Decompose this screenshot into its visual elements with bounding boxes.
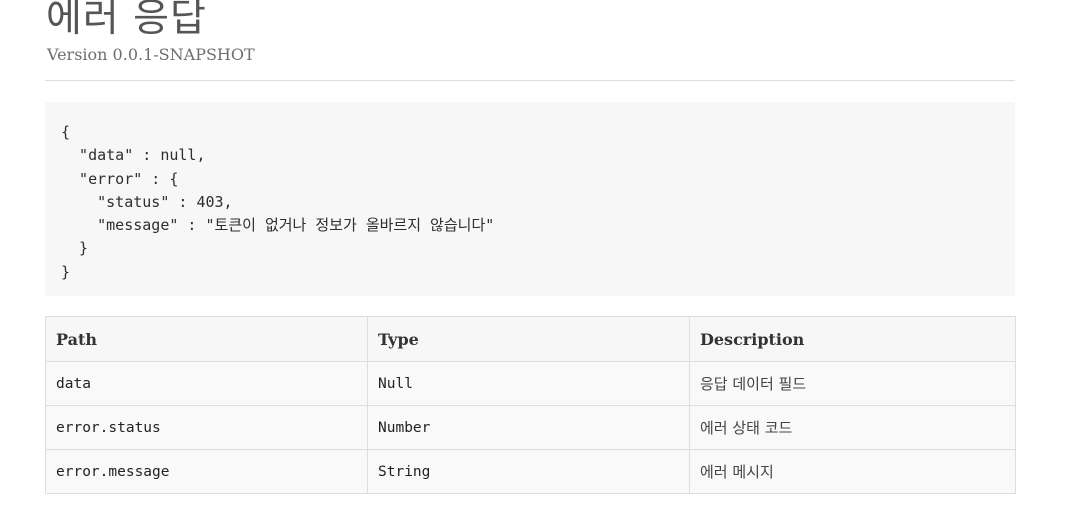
field-path: error.message <box>45 449 368 494</box>
table-header-row: Path Type Description <box>45 316 1016 362</box>
field-description: 에러 메시지 <box>689 449 1016 494</box>
table-row: error.status Number 에러 상태 코드 <box>45 405 1016 450</box>
table-row: data Null 응답 데이터 필드 <box>45 361 1016 406</box>
field-type: String <box>367 449 690 494</box>
column-header-description: Description <box>689 316 1016 362</box>
response-code-block: { "data" : null, "error" : { "status" : … <box>45 102 1015 296</box>
field-path: error.status <box>45 405 368 450</box>
field-type: Null <box>367 361 690 406</box>
document: 에러 응답 Version 0.0.1-SNAPSHOT { "data" : … <box>45 0 1016 494</box>
field-path: data <box>45 361 368 406</box>
table-row: error.message String 에러 메시지 <box>45 449 1016 494</box>
field-type: Number <box>367 405 690 450</box>
header-divider <box>45 80 1015 81</box>
column-header-path: Path <box>45 316 368 362</box>
field-description: 응답 데이터 필드 <box>689 361 1016 406</box>
response-fields-table: Path Type Description data Null 응답 데이터 필… <box>45 316 1016 494</box>
field-description: 에러 상태 코드 <box>689 405 1016 450</box>
page-title: 에러 응답 <box>46 0 207 41</box>
column-header-type: Type <box>367 316 690 362</box>
version-label: Version 0.0.1-SNAPSHOT <box>47 45 255 64</box>
